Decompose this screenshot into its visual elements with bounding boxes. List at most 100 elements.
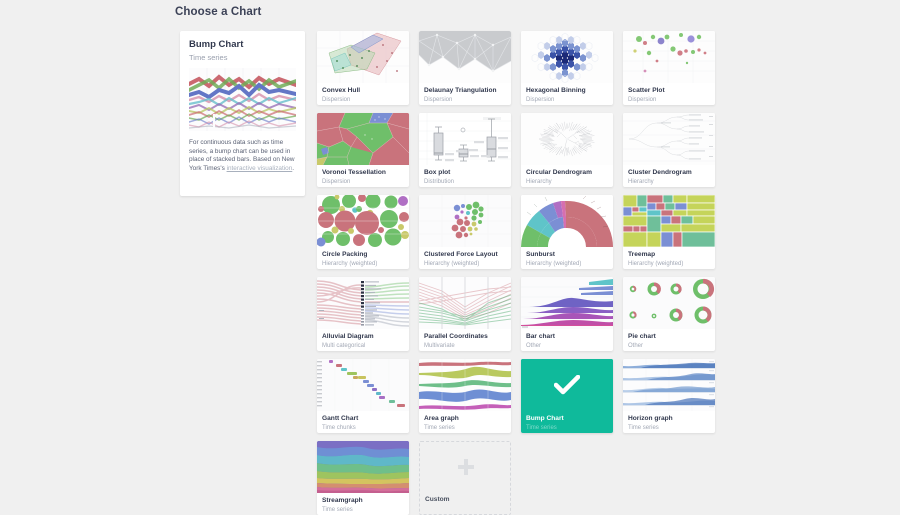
card-title: Sunburst [526,251,555,258]
delaunay-triangulation-thumbnail [419,31,511,83]
chart-card-custom[interactable]: Custom [419,441,511,515]
streamgraph-thumbnail [317,441,409,493]
card-meta: Delaunay Triangulation Dispersion [419,83,511,104]
plus-icon [458,459,474,475]
alluvial-diagram-thumbnail [317,277,409,329]
chart-card-horizon-graph[interactable]: Horizon graph Time series [623,359,715,433]
chart-card-alluvial-diagram[interactable]: Alluvial Diagram Multi categorical [317,277,409,351]
card-category: Time series [322,506,353,513]
sunburst-thumbnail [521,195,613,247]
chart-card-hexagonal-binning[interactable]: Hexagonal Binning Dispersion [521,31,613,105]
card-meta: Bar chart Other [521,329,613,350]
card-meta: Voronoi Tessellation Dispersion [317,165,409,186]
chart-card-streamgraph[interactable]: Streamgraph Time series [317,441,409,515]
card-meta: Custom [420,492,510,504]
chart-card-delaunay-triangulation[interactable]: Delaunay Triangulation Dispersion [419,31,511,105]
choose-a-chart-page: Choose a Chart Bump Chart Time series Fo… [0,0,900,515]
chart-card-circle-packing[interactable]: Circle Packing Hierarchy (weighted) [317,195,409,269]
detail-description: For continuous data such as time series,… [189,139,296,173]
chart-card-box-plot[interactable]: Box plot Distribution [419,113,511,187]
chart-card-treemap[interactable]: Treemap Hierarchy (weighted) [623,195,715,269]
card-category: Dispersion [424,96,453,103]
card-title: Treemap [628,251,656,258]
card-meta: Treemap Hierarchy (weighted) [623,247,715,268]
cluster-dendrogram-thumbnail [623,113,715,165]
card-category: Hierarchy [526,178,552,185]
chart-card-voronoi-tessellation[interactable]: Voronoi Tessellation Dispersion [317,113,409,187]
card-category: Hierarchy [628,178,654,185]
card-category: Hierarchy (weighted) [322,260,378,267]
bump-chart-thumbnail [189,68,296,131]
chart-card-cluster-dendrogram[interactable]: Cluster Dendrogram Hierarchy [623,113,715,187]
chart-card-area-graph[interactable]: Area graph Time series [419,359,511,433]
chart-card-sunburst[interactable]: Sunburst Hierarchy (weighted) [521,195,613,269]
card-meta: Parallel Coordinates Multivariate [419,329,511,350]
card-category: Other [526,342,542,349]
card-category: Dispersion [322,96,351,103]
card-meta: Cluster Dendrogram Hierarchy [623,165,715,186]
card-title: Parallel Coordinates [424,333,488,340]
hexagonal-binning-thumbnail [521,31,613,83]
card-meta: Horizon graph Time series [623,411,715,432]
chart-card-gantt-chart[interactable]: Gantt Chart Time chunks [317,359,409,433]
card-title: Box plot [424,169,451,176]
page-title: Choose a Chart [175,6,262,18]
pie-chart-thumbnail [623,277,715,329]
card-title: Scatter Plot [628,87,665,94]
card-title: Alluvial Diagram [322,333,374,340]
chart-card-parallel-coordinates[interactable]: Parallel Coordinates Multivariate [419,277,511,351]
card-title: Bar chart [526,333,555,340]
card-title: Circular Dendrogram [526,169,592,176]
gantt-chart-thumbnail [317,359,409,411]
chart-card-scatter-plot[interactable]: Scatter Plot Dispersion [623,31,715,105]
chart-card-pie-chart[interactable]: Pie chart Other [623,277,715,351]
card-category: Hierarchy (weighted) [628,260,684,267]
horizon-graph-thumbnail [623,359,715,411]
card-category: Dispersion [322,178,351,185]
card-title: Clustered Force Layout [424,251,498,258]
card-title: Circle Packing [322,251,368,258]
card-category: Time chunks [322,424,356,431]
card-meta: Streamgraph Time series [317,493,409,514]
card-category: Time series [526,424,557,431]
card-meta: Circular Dendrogram Hierarchy [521,165,613,186]
chart-card-grid: Convex Hull Dispersion Delaunay Triangul… [317,31,727,515]
card-meta: Sunburst Hierarchy (weighted) [521,247,613,268]
card-category: Dispersion [526,96,555,103]
card-meta: Hexagonal Binning Dispersion [521,83,613,104]
card-meta: Alluvial Diagram Multi categorical [317,329,409,350]
card-category: Other [628,342,644,349]
card-title: Horizon graph [628,415,673,422]
card-title: Pie chart [628,333,656,340]
chart-card-clustered-force-layout[interactable]: Clustered Force Layout Hierarchy (weight… [419,195,511,269]
chart-card-convex-hull[interactable]: Convex Hull Dispersion [317,31,409,105]
card-category: Hierarchy (weighted) [526,260,582,267]
chart-card-circular-dendrogram[interactable]: Circular Dendrogram Hierarchy [521,113,613,187]
chart-card-bar-chart[interactable]: Bar chart Other [521,277,613,351]
card-category: Distribution [424,178,455,185]
card-title: Custom [425,496,450,503]
circle-packing-thumbnail [317,195,409,247]
detail-subtitle: Time series [189,53,228,62]
detail-title: Bump Chart [189,39,244,50]
card-meta: Scatter Plot Dispersion [623,83,715,104]
custom-thumbnail [420,442,510,492]
card-category: Time series [628,424,659,431]
voronoi-tessellation-thumbnail [317,113,409,165]
card-title: Cluster Dendrogram [628,169,692,176]
card-category: Multivariate [424,342,455,349]
scatter-plot-thumbnail [623,31,715,83]
area-graph-thumbnail [419,359,511,411]
card-title: Hexagonal Binning [526,87,586,94]
card-category: Time series [424,424,455,431]
card-meta: Area graph Time series [419,411,511,432]
card-title: Gantt Chart [322,415,359,422]
card-title: Delaunay Triangulation [424,87,497,94]
chart-card-bump-chart[interactable]: Bump Chart Time series [521,359,613,433]
chart-detail-panel: Bump Chart Time series For continuous da… [180,31,305,196]
card-category: Dispersion [628,96,657,103]
card-meta: Pie chart Other [623,329,715,350]
interactive-visualization-link[interactable]: interactive visualization [227,165,293,172]
card-category: Multi categorical [322,342,366,349]
card-meta: Box plot Distribution [419,165,511,186]
